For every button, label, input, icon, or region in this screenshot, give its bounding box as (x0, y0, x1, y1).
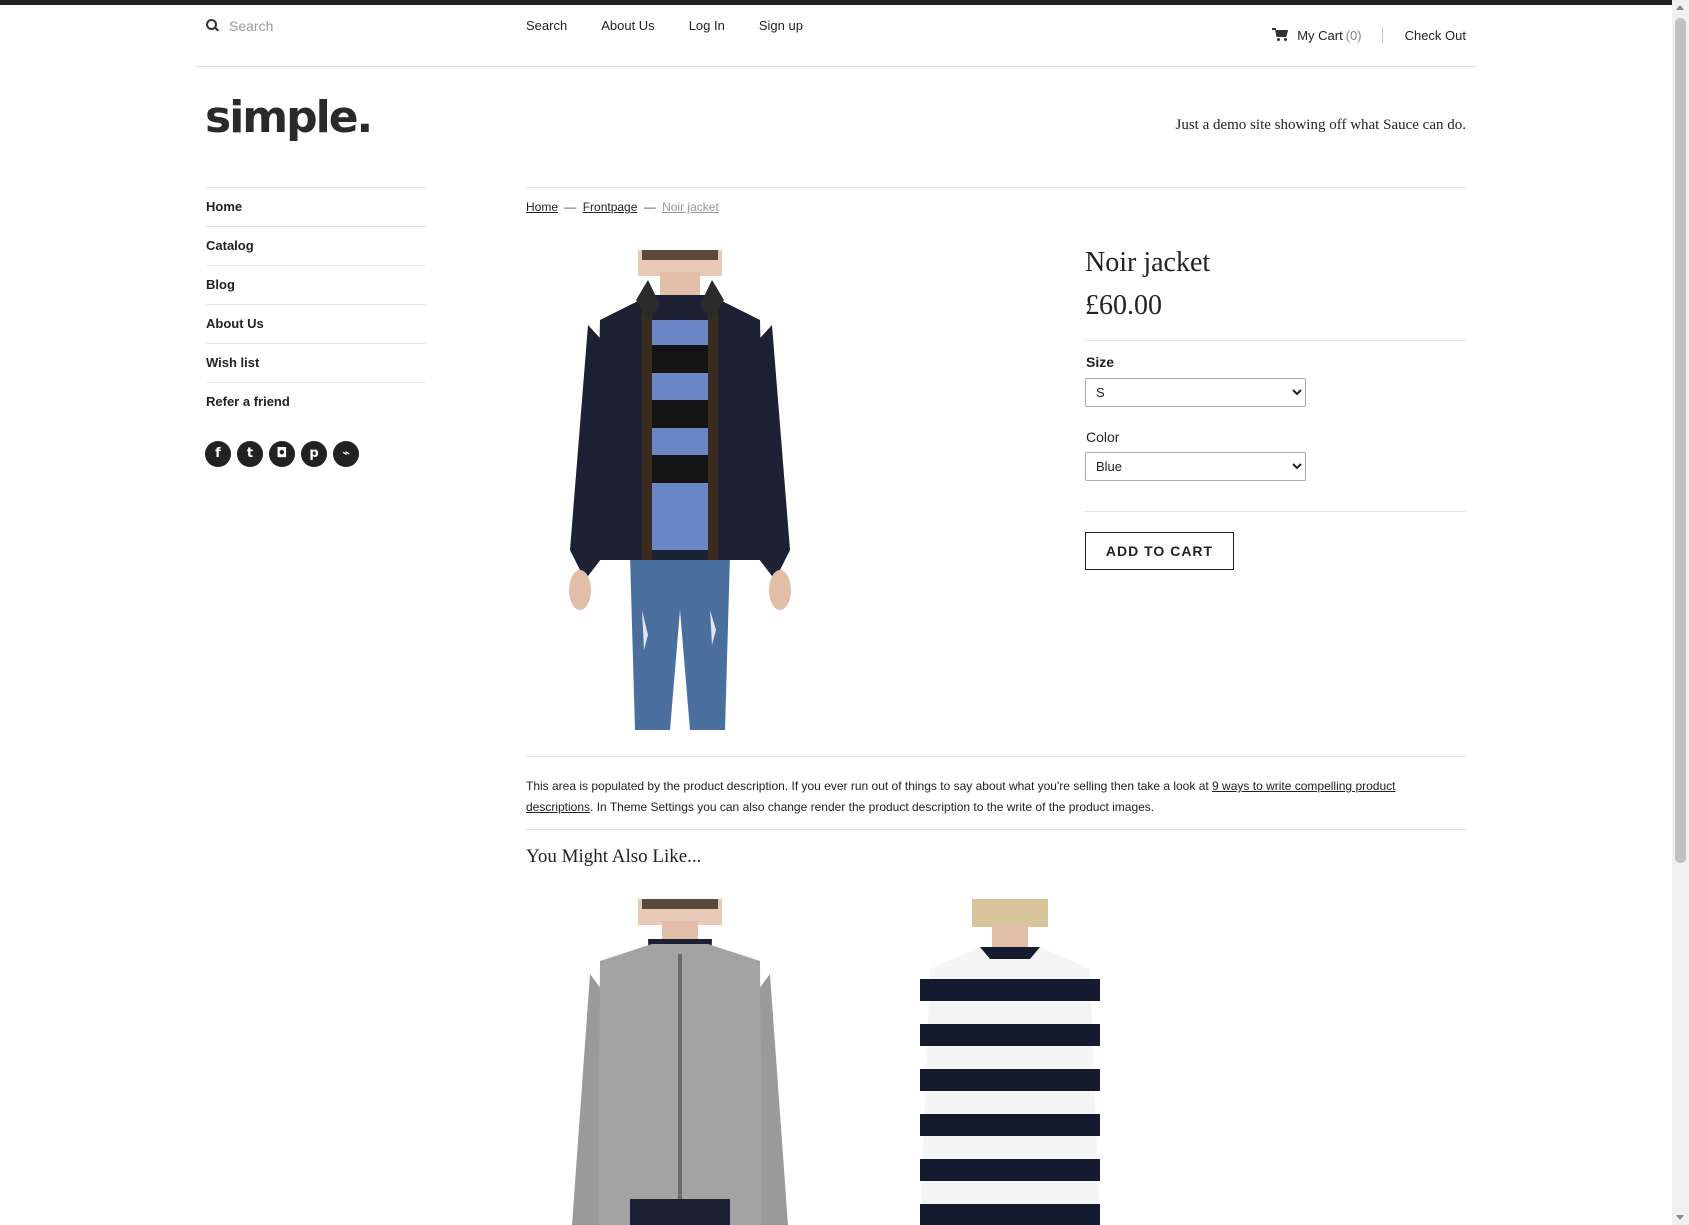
facebook-icon[interactable]: f (205, 441, 231, 467)
breadcrumb-home[interactable]: Home (526, 200, 558, 214)
cart-count: (0) (1345, 27, 1362, 43)
cart-icon[interactable] (1272, 28, 1290, 42)
size-label: Size (1086, 354, 1115, 370)
sidebar-nav: Home Catalog Blog About Us Wish list Ref… (206, 187, 426, 421)
search-input[interactable] (229, 18, 449, 34)
price-divider (1085, 340, 1466, 341)
header-divider (1381, 27, 1383, 43)
scrollbar-thumb[interactable] (1675, 18, 1686, 863)
sidebar-item-wish-list[interactable]: Wish list (206, 343, 426, 382)
social-links: f t ◘ p ⌁ (205, 441, 359, 467)
content-divider (526, 187, 1466, 188)
breadcrumb-current[interactable]: Noir jacket (662, 200, 719, 214)
rss-icon[interactable]: ⌁ (333, 441, 359, 467)
product-title: Noir jacket (1085, 247, 1211, 278)
options-divider (1085, 511, 1466, 512)
breadcrumb-separator: — (643, 200, 656, 214)
related-products-title: You Might Also Like... (526, 846, 702, 867)
twitter-icon[interactable]: t (237, 441, 263, 467)
breadcrumb: Home — Frontpage — Noir jacket (526, 200, 719, 214)
add-to-cart-button[interactable]: ADD TO CART (1085, 532, 1234, 570)
top-nav: Search About Us Log In Sign up (526, 18, 837, 33)
size-select[interactable]: S (1085, 378, 1306, 407)
site-header: Search About Us Log In Sign up My Cart(0… (196, 5, 1476, 67)
related-product-image-2[interactable] (900, 899, 1120, 1225)
search-box (206, 18, 449, 34)
search-icon[interactable] (206, 19, 220, 33)
description-divider-bottom (526, 829, 1466, 830)
vertical-scrollbar[interactable] (1672, 0, 1689, 1225)
product-description: This area is populated by the product de… (526, 776, 1426, 818)
my-cart-label: My Cart (1297, 27, 1343, 43)
checkout-link[interactable]: Check Out (1405, 28, 1466, 43)
top-nav-about-us[interactable]: About Us (601, 18, 654, 33)
sidebar-item-blog[interactable]: Blog (206, 265, 426, 304)
product-price: £60.00 (1085, 290, 1162, 321)
description-text-end: . In Theme Settings you can also change … (590, 800, 1155, 814)
top-nav-sign-up[interactable]: Sign up (759, 18, 803, 33)
sidebar-item-refer-a-friend[interactable]: Refer a friend (206, 382, 426, 421)
pinterest-icon[interactable]: p (301, 441, 327, 467)
sidebar-item-about-us[interactable]: About Us (206, 304, 426, 343)
breadcrumb-frontpage[interactable]: Frontpage (583, 200, 638, 214)
top-nav-search[interactable]: Search (526, 18, 567, 33)
sidebar-item-home[interactable]: Home (206, 187, 426, 226)
breadcrumb-separator: — (564, 200, 577, 214)
scroll-up-arrow-icon[interactable] (1676, 5, 1684, 10)
my-cart-link[interactable]: My Cart (0) (1297, 28, 1361, 43)
site-logo[interactable]: simple. (205, 92, 373, 143)
scroll-down-arrow-icon[interactable] (1676, 1215, 1684, 1220)
color-label: Color (1086, 429, 1120, 445)
related-product-image-1[interactable] (560, 899, 800, 1225)
color-select[interactable]: Blue (1085, 452, 1306, 481)
site-tagline: Just a demo site showing off what Sauce … (1175, 117, 1466, 133)
top-nav-log-in[interactable]: Log In (689, 18, 725, 33)
description-text: This area is populated by the product de… (526, 779, 1213, 793)
instagram-icon[interactable]: ◘ (269, 441, 295, 467)
description-divider-top (526, 756, 1466, 757)
product-image[interactable] (560, 250, 800, 730)
cart-area: My Cart (0) Check Out (1272, 27, 1466, 43)
sidebar-item-catalog[interactable]: Catalog (206, 226, 426, 265)
